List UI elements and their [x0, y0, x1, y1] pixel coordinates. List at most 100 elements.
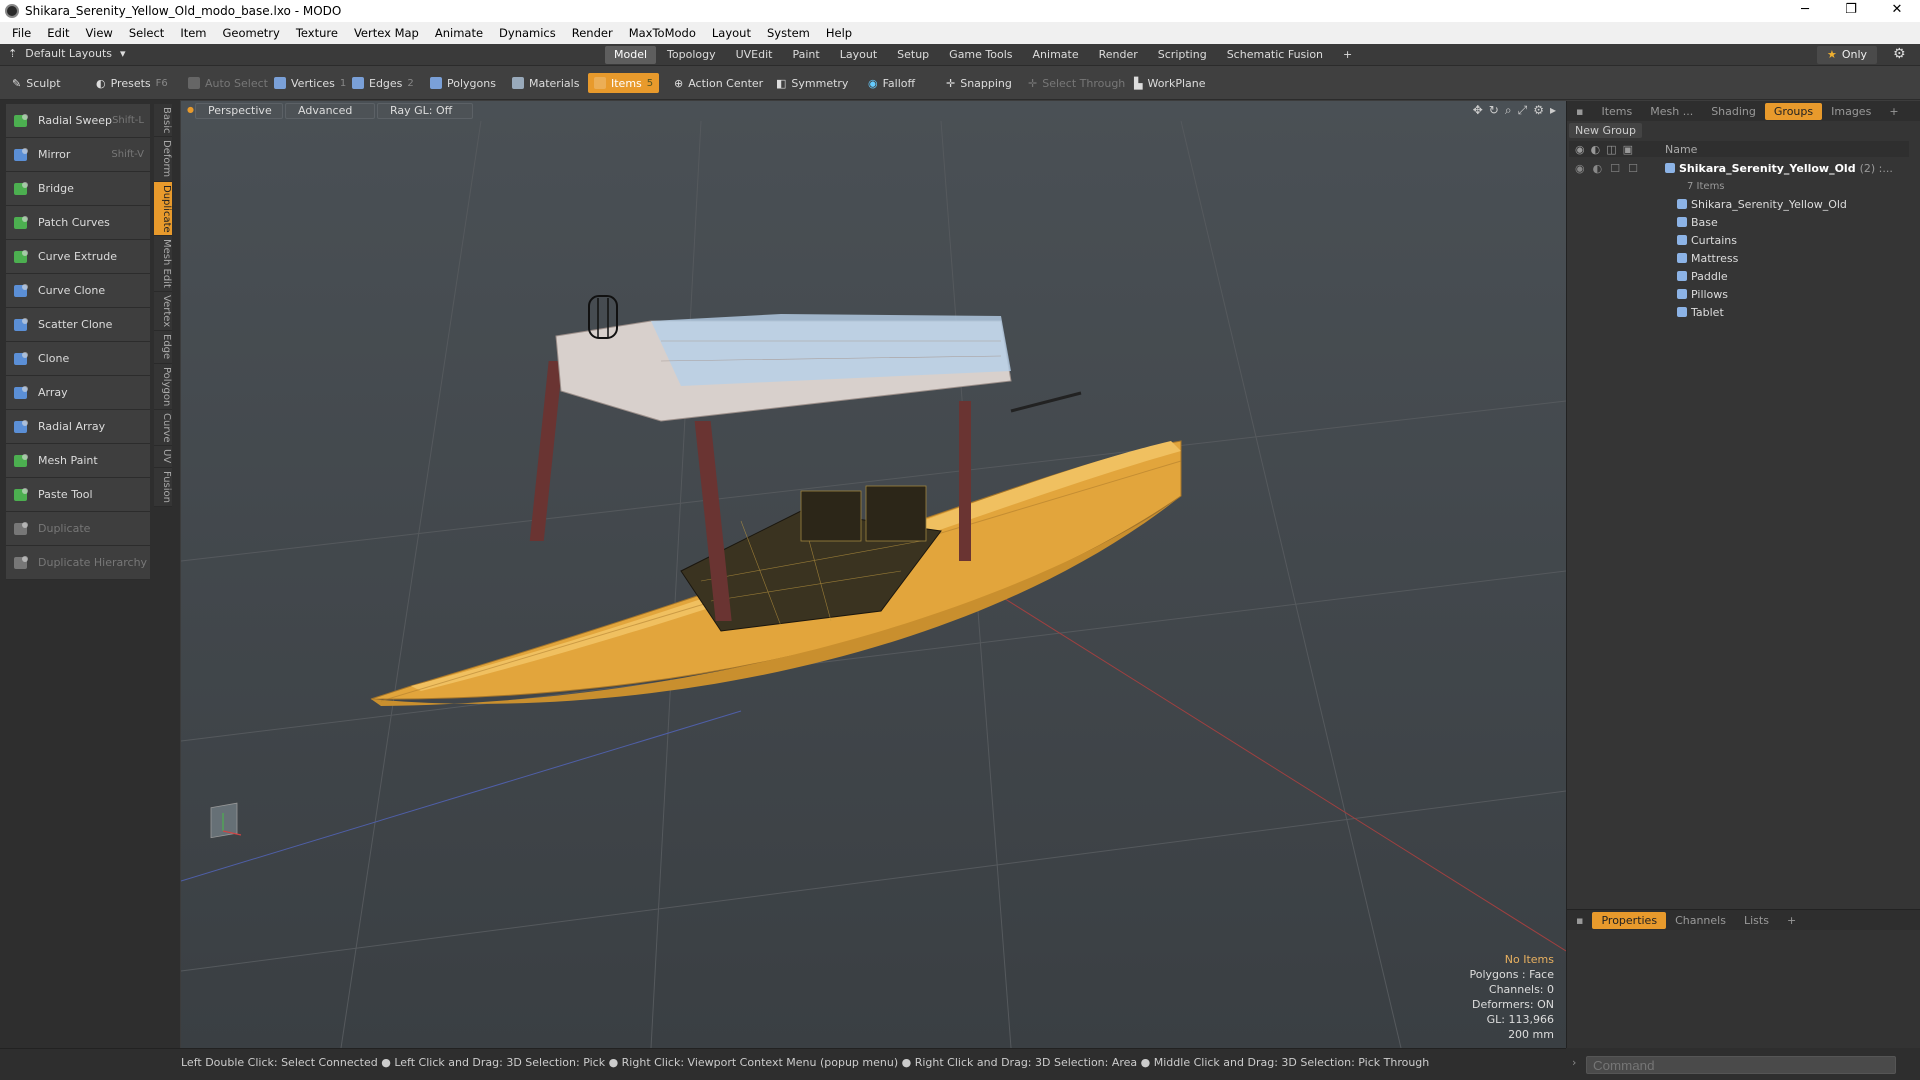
vtab-curve[interactable]: Curve: [154, 409, 172, 447]
tool-duplicate-hierarchy[interactable]: Duplicate Hierarchy: [6, 546, 150, 580]
menu-render[interactable]: Render: [564, 26, 621, 40]
action-center-button[interactable]: ⊕ Action Center: [668, 73, 769, 93]
tool-curve-clone[interactable]: Curve Clone: [6, 274, 150, 308]
menu-edit[interactable]: Edit: [39, 26, 77, 40]
menu-vertex-map[interactable]: Vertex Map: [346, 26, 427, 40]
tool-mesh-paint[interactable]: Mesh Paint: [6, 444, 150, 478]
tool-duplicate[interactable]: Duplicate: [6, 512, 150, 546]
falloff-button[interactable]: ◉ Falloff: [862, 73, 921, 93]
menu-maxtomodo[interactable]: MaxToModo: [621, 26, 704, 40]
tree-row[interactable]: Curtains: [1569, 231, 1909, 249]
eye-icon[interactable]: ◉: [1575, 143, 1585, 156]
tool-clone[interactable]: Clone: [6, 342, 150, 376]
tab-properties[interactable]: Properties: [1592, 911, 1667, 929]
move-view-icon[interactable]: ✥: [1473, 103, 1483, 118]
rotate-view-icon[interactable]: ↻: [1489, 103, 1499, 118]
menu-geometry[interactable]: Geometry: [215, 26, 288, 40]
menu-animate[interactable]: Animate: [427, 26, 491, 40]
tool-radial-array[interactable]: Radial Array: [6, 410, 150, 444]
vtab-edge[interactable]: Edge: [154, 331, 172, 364]
vtab-fusion[interactable]: Fusion: [154, 467, 172, 507]
vtab-deform[interactable]: Deform: [154, 137, 172, 182]
presets-button[interactable]: ◐ Presets F6: [90, 73, 174, 93]
advanced-button[interactable]: Advanced: [285, 103, 375, 119]
tool-scatter-clone[interactable]: Scatter Clone: [6, 308, 150, 342]
tool-curve-extrude[interactable]: Curve Extrude: [6, 240, 150, 274]
tab-groups[interactable]: Groups: [1764, 102, 1823, 120]
tab-uvedit[interactable]: UVEdit: [727, 46, 782, 64]
materials-button[interactable]: Materials: [506, 73, 585, 93]
tree-row[interactable]: ◉ ◐ ☐ ☐ Shikara_Serenity_Yellow_Old (2) :...: [1569, 159, 1909, 177]
polygons-button[interactable]: Polygons: [424, 73, 502, 93]
items-button[interactable]: Items 5: [588, 73, 660, 93]
menu-select[interactable]: Select: [121, 26, 172, 40]
tree-row[interactable]: Pillows: [1569, 285, 1909, 303]
tab-mesh[interactable]: Mesh ...: [1641, 103, 1702, 120]
vtab-basic[interactable]: Basic: [154, 104, 172, 138]
add-properties-tab-button[interactable]: +: [1778, 912, 1805, 929]
workplane-button[interactable]: ▙ WorkPlane: [1128, 73, 1212, 93]
tab-schematic-fusion[interactable]: Schematic Fusion: [1218, 46, 1332, 64]
tab-setup[interactable]: Setup: [888, 46, 938, 64]
tool-paste-tool[interactable]: Paste Tool: [6, 478, 150, 512]
menu-layout[interactable]: Layout: [704, 26, 759, 40]
raygl-button[interactable]: Ray GL: Off: [377, 103, 473, 119]
fit-view-icon[interactable]: ⤢: [1518, 103, 1528, 118]
tool-mirror[interactable]: Mirror Shift-V: [6, 138, 150, 172]
tool-radial-sweep[interactable]: Radial Sweep Shift-L: [6, 104, 150, 138]
menu-system[interactable]: System: [759, 26, 818, 40]
render-icon[interactable]: ◐: [1591, 143, 1601, 156]
command-input[interactable]: [1586, 1056, 1896, 1074]
minimize-button[interactable]: ─: [1782, 0, 1828, 22]
layouts-dropdown[interactable]: ⇡ Default Layouts ▾: [8, 47, 126, 60]
tab-images[interactable]: Images: [1822, 103, 1880, 120]
tree-row[interactable]: Shikara_Serenity_Yellow_Old: [1569, 195, 1909, 213]
lock-icon[interactable]: ◫: [1606, 143, 1616, 156]
tab-layout[interactable]: Layout: [831, 46, 886, 64]
tab-shading[interactable]: Shading: [1702, 103, 1765, 120]
menu-texture[interactable]: Texture: [288, 26, 346, 40]
select-icon[interactable]: ▣: [1623, 143, 1633, 156]
snapping-button[interactable]: ✛ Snapping: [940, 73, 1018, 93]
tab-animate[interactable]: Animate: [1024, 46, 1088, 64]
tree-row[interactable]: 7 Items: [1569, 177, 1909, 195]
only-toggle[interactable]: ★ Only: [1817, 46, 1877, 64]
vtab-mesh-edit[interactable]: Mesh Edit: [154, 236, 172, 293]
vtab-duplicate[interactable]: Duplicate: [154, 181, 172, 237]
tree-row[interactable]: Paddle: [1569, 267, 1909, 285]
vertices-button[interactable]: Vertices 1: [268, 73, 352, 93]
tab-items[interactable]: Items: [1592, 103, 1641, 120]
tab-game-tools[interactable]: Game Tools: [940, 46, 1021, 64]
lock-icon[interactable]: ☐: [1610, 162, 1620, 175]
render-icon[interactable]: ◐: [1593, 162, 1603, 175]
tab-render[interactable]: Render: [1090, 46, 1147, 64]
tab-channels[interactable]: Channels: [1666, 912, 1735, 929]
zoom-view-icon[interactable]: ⌕: [1505, 103, 1512, 118]
sculpt-button[interactable]: ✎ Sculpt: [6, 73, 67, 93]
menu-file[interactable]: File: [4, 26, 39, 40]
name-column-header[interactable]: Name: [1665, 143, 1697, 156]
eye-icon[interactable]: ◉: [1575, 162, 1585, 175]
tab-model[interactable]: Model: [605, 46, 657, 64]
tool-bridge[interactable]: Bridge: [6, 172, 150, 206]
edges-button[interactable]: Edges 2: [346, 73, 420, 93]
tree-row[interactable]: Base: [1569, 213, 1909, 231]
tool-array[interactable]: Array: [6, 376, 150, 410]
tab-scripting[interactable]: Scripting: [1149, 46, 1216, 64]
auto-select-button[interactable]: Auto Select: [182, 73, 274, 93]
3d-viewport[interactable]: ● Perspective Advanced Ray GL: Off ✥ ↻ ⌕…: [181, 101, 1566, 1048]
symmetry-button[interactable]: ◧ Symmetry: [770, 73, 854, 93]
tab-paint[interactable]: Paint: [784, 46, 829, 64]
maximize-button[interactable]: ❐: [1828, 0, 1874, 22]
add-tab-button[interactable]: +: [1334, 46, 1361, 64]
menu-help[interactable]: Help: [818, 26, 860, 40]
menu-item[interactable]: Item: [172, 26, 214, 40]
vtab-uv[interactable]: UV: [154, 446, 172, 468]
add-panel-tab-button[interactable]: +: [1880, 103, 1907, 120]
menu-view[interactable]: View: [78, 26, 121, 40]
tab-lists[interactable]: Lists: [1735, 912, 1778, 929]
tree-row[interactable]: Tablet: [1569, 303, 1909, 321]
viewport-expand-icon[interactable]: ▸: [1550, 103, 1556, 118]
gear-icon[interactable]: ⚙: [1893, 46, 1906, 62]
close-button[interactable]: ✕: [1874, 0, 1920, 22]
